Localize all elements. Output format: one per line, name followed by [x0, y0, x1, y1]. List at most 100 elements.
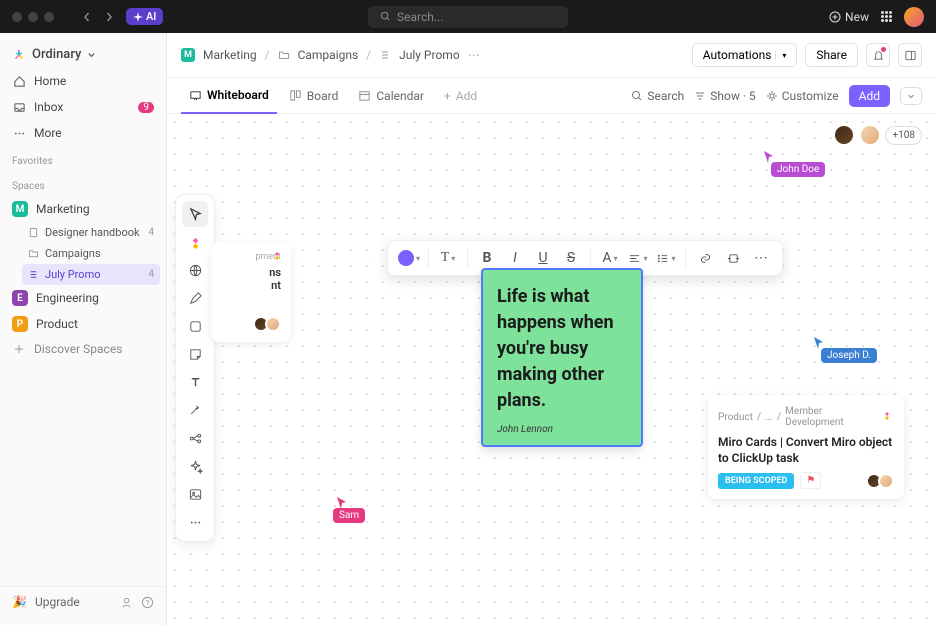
- tool-task[interactable]: [182, 229, 208, 255]
- link-button[interactable]: [692, 245, 718, 271]
- task-card-peek[interactable]: pment ns nt: [211, 242, 291, 342]
- sidebar-home[interactable]: Home: [0, 68, 166, 94]
- add-caret-button[interactable]: [900, 87, 922, 105]
- sidebar-item-designer-handbook[interactable]: Designer handbook 4: [16, 222, 166, 243]
- panel-button[interactable]: [898, 43, 922, 67]
- new-button[interactable]: New: [829, 10, 869, 24]
- nav-back[interactable]: [78, 8, 96, 26]
- nav-forward[interactable]: [100, 8, 118, 26]
- notification-button[interactable]: [866, 43, 890, 67]
- tab-add-view[interactable]: + Add: [436, 79, 485, 113]
- minimize-window[interactable]: [28, 12, 38, 22]
- panel-icon: [904, 49, 917, 62]
- automations-button[interactable]: Automations ▾: [692, 43, 798, 67]
- tool-mindmap[interactable]: [182, 425, 208, 451]
- chevron-down-icon: ▾: [775, 51, 786, 60]
- upgrade-link[interactable]: Upgrade: [35, 595, 80, 609]
- content-header: M Marketing / Campaigns / July Promo ⋯ A…: [167, 33, 936, 78]
- search-icon: [631, 90, 643, 102]
- more-format-button[interactable]: ⋯: [748, 245, 774, 271]
- ai-button[interactable]: AI: [126, 8, 163, 25]
- sidebar-item-campaigns[interactable]: Campaigns: [16, 243, 166, 264]
- tool-pen[interactable]: [182, 285, 208, 311]
- plus-circle-icon: [829, 11, 841, 23]
- flag-icon[interactable]: ⚑: [800, 472, 821, 489]
- align-icon: [628, 252, 641, 265]
- tab-whiteboard[interactable]: Whiteboard: [181, 78, 277, 114]
- presence-more[interactable]: +108: [885, 126, 922, 145]
- tab-calendar[interactable]: Calendar: [350, 79, 432, 113]
- presence-avatar[interactable]: [859, 124, 881, 146]
- board-icon: [289, 89, 302, 102]
- sticky-quote: Life is what happens when you're busy ma…: [497, 284, 627, 414]
- tool-web[interactable]: [182, 257, 208, 283]
- card-title: Miro Cards | Convert Miro object to Clic…: [718, 434, 894, 466]
- spaces-label: Spaces: [0, 171, 166, 196]
- convert-icon: [727, 252, 740, 265]
- filter-icon: [694, 90, 706, 102]
- folder-icon: [28, 248, 39, 259]
- workspace-picker[interactable]: Ordinary: [0, 41, 166, 68]
- font-button[interactable]: T▾: [435, 245, 461, 271]
- close-window[interactable]: [12, 12, 22, 22]
- breadcrumb-more-icon[interactable]: ⋯: [468, 48, 480, 62]
- search-placeholder: Search...: [397, 10, 443, 24]
- tool-more[interactable]: [182, 509, 208, 535]
- svg-text:?: ?: [146, 598, 150, 607]
- titlebar: Search... AI New: [0, 0, 936, 33]
- chevron-down-icon: [87, 50, 96, 59]
- tool-shape[interactable]: [182, 313, 208, 339]
- user-icon[interactable]: [120, 596, 133, 609]
- sidebar-inbox[interactable]: Inbox 9: [0, 94, 166, 120]
- list-icon: [28, 269, 39, 280]
- sidebar-item-july-promo[interactable]: July Promo 4: [22, 264, 160, 285]
- sticky-note[interactable]: Life is what happens when you're busy ma…: [481, 268, 643, 447]
- convert-button[interactable]: [720, 245, 746, 271]
- tool-ai[interactable]: [182, 453, 208, 479]
- space-badge: M: [12, 201, 28, 217]
- presence-avatar[interactable]: [833, 124, 855, 146]
- fill-color-button[interactable]: ▾: [396, 245, 422, 271]
- whiteboard-toolbox: [175, 194, 215, 542]
- space-marketing[interactable]: M Marketing: [0, 196, 166, 222]
- tool-image[interactable]: [182, 481, 208, 507]
- user-avatar[interactable]: [904, 7, 924, 27]
- help-icon[interactable]: ?: [141, 596, 154, 609]
- space-engineering[interactable]: E Engineering: [0, 285, 166, 311]
- tool-text[interactable]: [182, 369, 208, 395]
- window-controls: [12, 12, 54, 22]
- sparkle-icon: [133, 12, 143, 22]
- content-area: M Marketing / Campaigns / July Promo ⋯ A…: [167, 33, 936, 625]
- breadcrumb-list[interactable]: July Promo: [399, 48, 460, 62]
- whiteboard-icon: [189, 89, 202, 102]
- breadcrumb-space[interactable]: Marketing: [203, 48, 257, 62]
- breadcrumb-space-icon: M: [181, 48, 195, 62]
- tab-board[interactable]: Board: [281, 79, 347, 113]
- tool-select[interactable]: [182, 201, 208, 227]
- add-button[interactable]: Add: [849, 85, 890, 107]
- view-show[interactable]: Show · 5: [694, 89, 755, 103]
- task-card[interactable]: Product/ .../ Member Development Miro Ca…: [708, 396, 904, 499]
- list-icon: [656, 252, 669, 265]
- global-search[interactable]: Search...: [368, 6, 568, 28]
- status-tag: BEING SCOPED: [718, 473, 794, 489]
- sidebar-more[interactable]: More: [0, 120, 166, 146]
- apps-menu[interactable]: [881, 11, 892, 22]
- breadcrumb-folder[interactable]: Campaigns: [298, 48, 359, 62]
- whiteboard-canvas[interactable]: +108 pment ns nt: [167, 114, 936, 625]
- list-button[interactable]: ▾: [653, 245, 679, 271]
- view-search[interactable]: Search: [631, 89, 684, 103]
- tool-connector[interactable]: [182, 397, 208, 423]
- presence-avatars: +108: [833, 124, 922, 146]
- folder-icon: [278, 49, 290, 61]
- maximize-window[interactable]: [44, 12, 54, 22]
- cursor-john: John Doe: [771, 162, 825, 177]
- share-button[interactable]: Share: [805, 43, 858, 67]
- tool-sticky[interactable]: [182, 341, 208, 367]
- discover-spaces[interactable]: Discover Spaces: [0, 337, 166, 361]
- view-customize[interactable]: Customize: [766, 89, 839, 103]
- inbox-badge: 9: [138, 102, 154, 113]
- space-product[interactable]: P Product: [0, 311, 166, 337]
- notification-dot: [881, 47, 886, 52]
- space-badge: P: [12, 316, 28, 332]
